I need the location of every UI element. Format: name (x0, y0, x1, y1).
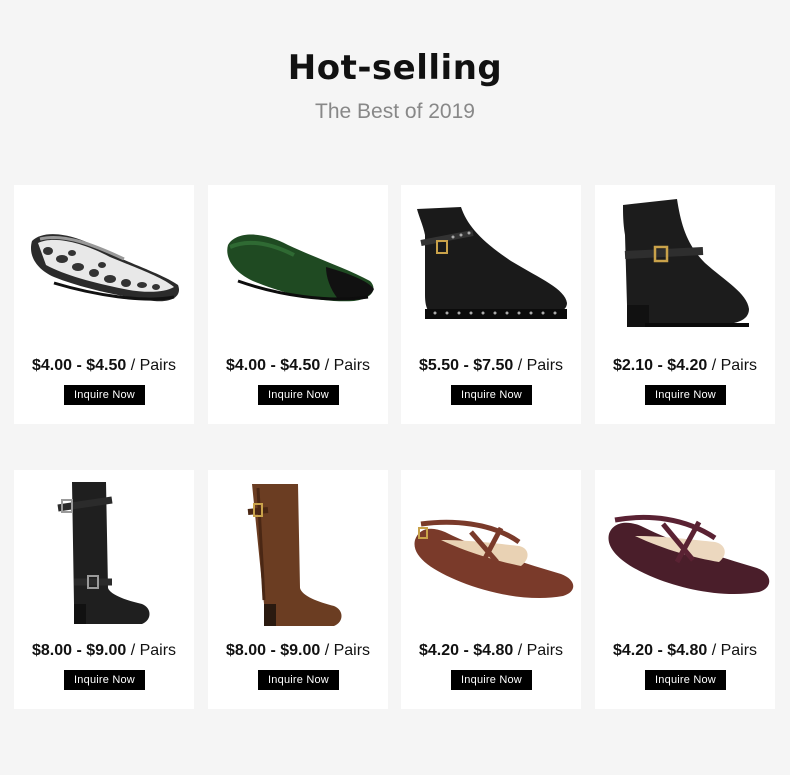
leopard-flat-shoe-image (30, 234, 180, 302)
product-price: $5.50 - $7.50 / Pairs (418, 357, 564, 374)
product-price: $8.00 - $9.00 / Pairs (31, 642, 177, 659)
brown-strappy-flat-image (414, 519, 574, 599)
studded-ankle-boot-image (417, 207, 567, 319)
inquire-now-button[interactable]: Inquire Now (258, 670, 339, 690)
product-price: $4.20 - $4.80 / Pairs (612, 642, 758, 659)
product-card[interactable]: $5.50 - $7.50 / Pairs Inquire Now (401, 185, 581, 424)
inquire-now-button[interactable]: Inquire Now (645, 385, 726, 405)
product-price: $4.00 - $4.50 / Pairs (31, 357, 177, 374)
inquire-now-button[interactable]: Inquire Now (64, 670, 145, 690)
product-card[interactable]: $4.00 - $4.50 / Pairs Inquire Now (14, 185, 194, 424)
burgundy-strappy-flat-image (608, 514, 770, 595)
product-card[interactable]: $4.20 - $4.80 / Pairs Inquire Now (401, 470, 581, 709)
brown-knee-high-boot-image (247, 484, 342, 626)
product-price: $8.00 - $9.00 / Pairs (225, 642, 371, 659)
inquire-now-button[interactable]: Inquire Now (451, 385, 532, 405)
product-grid: $4.00 - $4.50 / Pairs Inquire Now $4.00 … (0, 0, 790, 775)
inquire-now-button[interactable]: Inquire Now (451, 670, 532, 690)
product-card[interactable]: $8.00 - $9.00 / Pairs Inquire Now (208, 470, 388, 709)
inquire-now-button[interactable]: Inquire Now (64, 385, 145, 405)
product-card[interactable]: $4.00 - $4.50 / Pairs Inquire Now (208, 185, 388, 424)
buckle-ankle-boot-image (623, 199, 749, 327)
product-card[interactable]: $2.10 - $4.20 / Pairs Inquire Now (595, 185, 775, 424)
product-price: $4.00 - $4.50 / Pairs (225, 357, 371, 374)
black-knee-high-boot-image (57, 482, 150, 624)
inquire-now-button[interactable]: Inquire Now (258, 385, 339, 405)
product-price: $2.10 - $4.20 / Pairs (612, 357, 758, 374)
green-flat-shoe-image (227, 234, 374, 302)
inquire-now-button[interactable]: Inquire Now (645, 670, 726, 690)
product-price: $4.20 - $4.80 / Pairs (418, 642, 564, 659)
product-card[interactable]: $8.00 - $9.00 / Pairs Inquire Now (14, 470, 194, 709)
product-card[interactable]: $4.20 - $4.80 / Pairs Inquire Now (595, 470, 775, 709)
